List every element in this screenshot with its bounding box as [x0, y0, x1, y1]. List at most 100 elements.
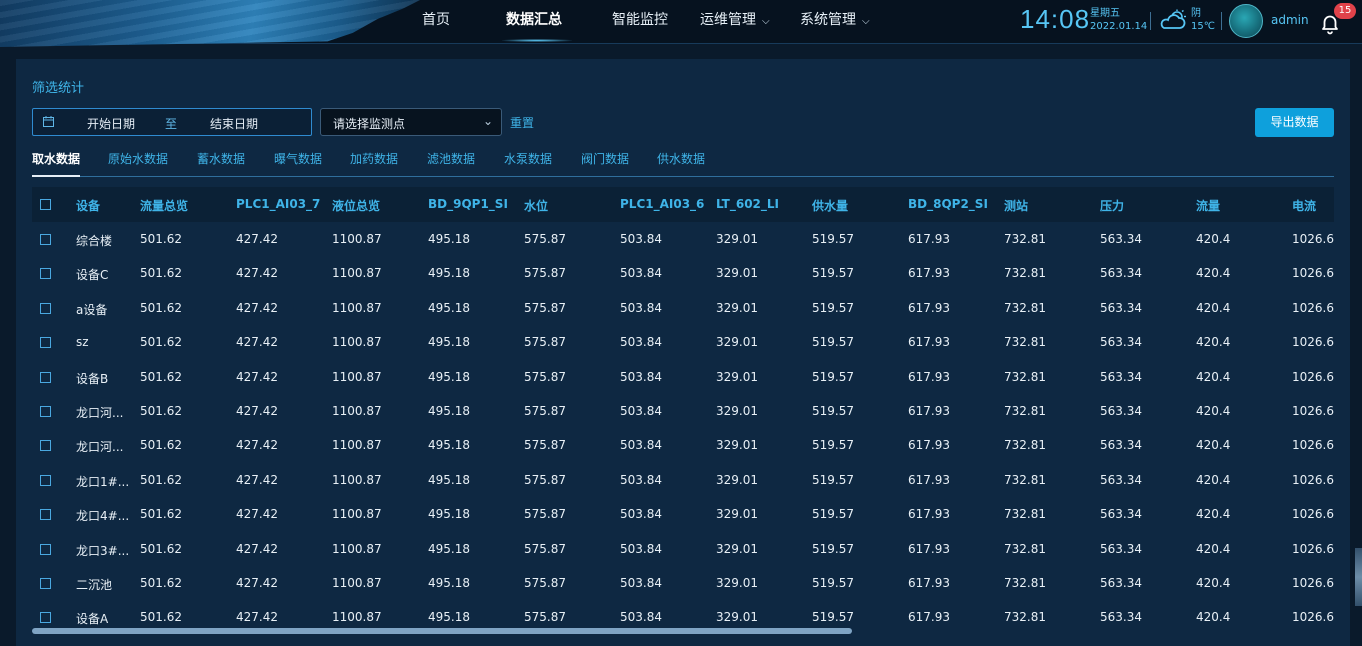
- table-cell: 420.4: [1196, 300, 1231, 315]
- window-scrollbar[interactable]: [1355, 548, 1362, 606]
- device-name-cell: 龙口河...: [76, 440, 124, 455]
- table-row[interactable]: 设备B 501.62 427.42 1100.87 495.18 575.87 503.84…: [32, 360, 1334, 394]
- table-cell: 495.18: [428, 404, 470, 418]
- table-cell: 732.81: [1004, 369, 1046, 384]
- table-cell: 420.4: [1196, 610, 1231, 625]
- tab-pump-data[interactable]: 水泵数据: [504, 150, 552, 167]
- reset-button[interactable]: 重置: [510, 114, 534, 131]
- table-cell: 501.62: [140, 472, 182, 487]
- row-checkbox[interactable]: [40, 337, 51, 349]
- table-cell: 732.81: [1004, 507, 1046, 522]
- table-cell: 575.87: [524, 266, 566, 281]
- table-cell: 732.81: [1004, 438, 1046, 453]
- table-cell: 427.42: [236, 232, 278, 246]
- table-row[interactable]: 二沉池 501.62 427.42 1100.87 495.18 575.87 503.84…: [32, 566, 1334, 600]
- table-cell: 427.42: [236, 472, 278, 487]
- table-cell: 617.93: [908, 541, 950, 556]
- table-cell: 501.62: [140, 438, 182, 453]
- nav-item-smart-monitor[interactable]: 智能监控: [590, 0, 678, 44]
- row-checkbox[interactable]: [40, 234, 51, 245]
- table-cell: 617.93: [908, 335, 950, 350]
- row-checkbox[interactable]: [40, 268, 51, 280]
- table-cell: 329.01: [716, 438, 758, 453]
- monitor-point-select[interactable]: 请选择监测点 ⌄: [320, 108, 502, 136]
- start-date-input[interactable]: 开始日期: [87, 115, 135, 132]
- table-cell: 732.81: [1004, 472, 1046, 487]
- table-cell: 329.01: [716, 472, 758, 487]
- device-name-cell: a设备: [76, 302, 108, 317]
- data-table: 设备 流量总览 PLC1_AI03_7 液位总览 BD_9QP1_SI 水位 PLC1_AI…: [32, 187, 1334, 637]
- row-checkbox[interactable]: [40, 578, 51, 589]
- username[interactable]: admin: [1271, 13, 1309, 27]
- row-checkbox[interactable]: [40, 543, 51, 555]
- row-checkbox[interactable]: [40, 371, 51, 383]
- scrollbar-thumb[interactable]: [32, 628, 852, 634]
- table-cell: 1026.66: [1292, 335, 1334, 350]
- tab-storage-data[interactable]: 蓄水数据: [197, 150, 245, 167]
- table-cell: 503.84: [620, 472, 662, 487]
- table-cell: 495.18: [428, 610, 470, 625]
- tab-raw-water-data[interactable]: 原始水数据: [108, 150, 168, 167]
- table-cell: 1026.66: [1292, 507, 1334, 522]
- table-cell: 1026.66: [1292, 369, 1334, 384]
- table-cell: 575.87: [524, 438, 566, 453]
- row-checkbox[interactable]: [40, 302, 51, 314]
- table-cell: 575.87: [524, 541, 566, 556]
- nav-item-data-summary[interactable]: 数据汇总: [484, 0, 590, 44]
- table-cell: 519.57: [812, 300, 854, 315]
- column-header: PLC1_AI03_6: [620, 197, 705, 211]
- table-row[interactable]: 龙口1#... 501.62 427.42 1100.87 495.18 575.87 50…: [32, 463, 1334, 497]
- table-cell: 1100.87: [332, 541, 382, 556]
- table-cell: 1026.66: [1292, 266, 1334, 281]
- nav-item-ops-management[interactable]: 运维管理 ⌵: [678, 0, 778, 44]
- end-date-input[interactable]: 结束日期: [210, 115, 258, 132]
- export-data-button[interactable]: 导出数据: [1255, 108, 1334, 137]
- device-name-cell: 龙口3#...: [76, 543, 130, 558]
- tab-filter-data[interactable]: 滤池数据: [427, 150, 475, 167]
- calendar-icon: [43, 116, 54, 127]
- tab-aeration-data[interactable]: 曝气数据: [274, 150, 322, 167]
- table-cell: 1026.66: [1292, 232, 1334, 246]
- table-cell: 563.34: [1100, 541, 1142, 556]
- table-cell: 495.18: [428, 266, 470, 281]
- date-info: 星期五 2022.01.14: [1090, 7, 1147, 33]
- row-checkbox[interactable]: [40, 440, 51, 452]
- table-cell: 503.84: [620, 507, 662, 522]
- table-cell: 575.87: [524, 232, 566, 246]
- weather-cloudy-icon: [1160, 9, 1186, 29]
- nav-item-system-management[interactable]: 系统管理 ⌵: [778, 0, 878, 44]
- temperature: 15℃: [1191, 21, 1215, 32]
- table-cell: 732.81: [1004, 232, 1046, 246]
- row-checkbox[interactable]: [40, 406, 51, 417]
- table-row[interactable]: 龙口河... 501.62 427.42 1100.87 495.18 575.87 503…: [32, 428, 1334, 462]
- row-checkbox[interactable]: [40, 612, 51, 624]
- tab-valve-data[interactable]: 阀门数据: [581, 150, 629, 167]
- table-cell: 501.62: [140, 266, 182, 281]
- table-row[interactable]: 综合楼 501.62 427.42 1100.87 495.18 575.87 503.84…: [32, 222, 1334, 256]
- date-range-picker[interactable]: 开始日期 至 结束日期: [32, 108, 312, 136]
- table-row[interactable]: sz 501.62 427.42 1100.87 495.18 575.87 503.84 3…: [32, 325, 1334, 359]
- table-cell: 495.18: [428, 232, 470, 246]
- table-cell: 427.42: [236, 300, 278, 315]
- table-row[interactable]: 设备C 501.62 427.42 1100.87 495.18 575.87 503.84…: [32, 256, 1334, 290]
- avatar[interactable]: [1229, 4, 1263, 38]
- table-row[interactable]: 龙口3#... 501.62 427.42 1100.87 495.18 575.87 50…: [32, 532, 1334, 566]
- table-row[interactable]: 龙口河... 501.62 427.42 1100.87 495.18 575.87 503…: [32, 394, 1334, 428]
- table-cell: 1100.87: [332, 610, 382, 625]
- horizontal-scrollbar[interactable]: [32, 628, 1334, 634]
- device-name-cell: 龙口4#...: [76, 509, 130, 524]
- main-nav: 首页 数据汇总 智能监控 运维管理 ⌵ 系统管理 ⌵: [400, 0, 878, 44]
- table-row[interactable]: a设备 501.62 427.42 1100.87 495.18 575.87 503.84…: [32, 291, 1334, 325]
- tab-intake-data[interactable]: 取水数据: [32, 150, 81, 177]
- table-row[interactable]: 龙口4#... 501.62 427.42 1100.87 495.18 575.87 50…: [32, 497, 1334, 531]
- tab-dosing-data[interactable]: 加药数据: [350, 150, 398, 167]
- row-checkbox[interactable]: [40, 474, 51, 486]
- row-checkbox[interactable]: [40, 509, 51, 521]
- table-cell: 503.84: [620, 266, 662, 281]
- select-all-checkbox[interactable]: [40, 199, 51, 210]
- nav-item-home[interactable]: 首页: [400, 0, 484, 44]
- table-cell: 501.62: [140, 610, 182, 625]
- column-header: 流量: [1196, 199, 1221, 213]
- device-name-cell: 设备C: [76, 268, 109, 283]
- tab-supply-data[interactable]: 供水数据: [657, 150, 705, 167]
